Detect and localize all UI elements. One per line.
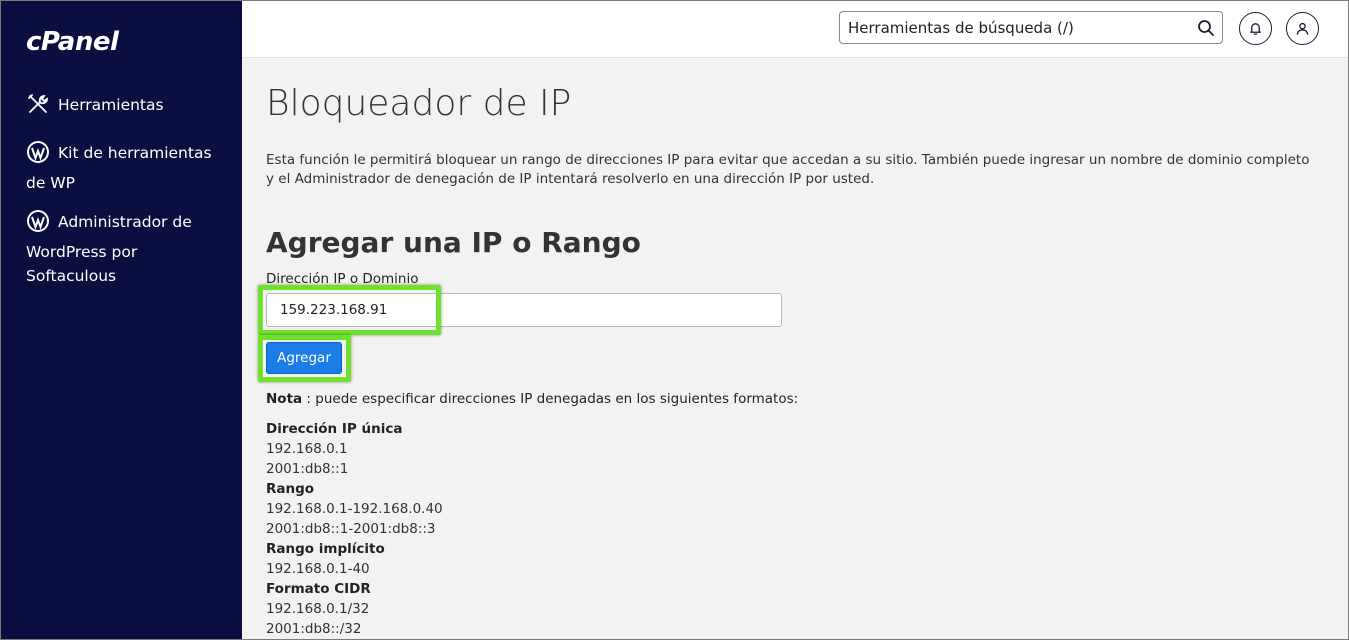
note-body: : puede especificar direcciones IP deneg…	[302, 391, 799, 407]
format-example: 2001:db8::1	[266, 461, 349, 477]
tools-icon	[26, 92, 50, 116]
format-example: 192.168.0.1	[266, 441, 348, 457]
wordpress-icon	[26, 140, 50, 164]
sidebar-item-herramientas[interactable]: Herramientas	[26, 92, 226, 118]
format-heading: Dirección IP única	[266, 421, 403, 437]
sidebar-item-label-rest: WordPress por Softaculous	[26, 243, 138, 285]
user-icon	[1296, 22, 1309, 35]
app-window: cPanel Herramientas Kit de herramientas …	[0, 0, 1349, 640]
sidebar-item-wordpress-softaculous[interactable]: Administrador de WordPress por Softaculo…	[26, 208, 226, 288]
format-example: 192.168.0.1/32	[266, 601, 370, 617]
search-placeholder: Herramientas de búsqueda (/)	[848, 19, 1074, 37]
bell-icon	[1250, 23, 1261, 35]
wordpress-icon	[26, 209, 50, 233]
search-input[interactable]: Herramientas de búsqueda (/)	[839, 11, 1223, 44]
sidebar-item-label: Kit de herramientas de WP	[26, 144, 212, 192]
main-content: Bloqueador de IP Esta función le permiti…	[242, 59, 1348, 639]
add-button[interactable]: Agregar	[266, 342, 342, 374]
section-title: Agregar una IP o Rango	[266, 226, 641, 259]
sidebar-item-label: Herramientas	[58, 96, 164, 114]
note-text: Nota : puede especificar direcciones IP …	[266, 391, 798, 407]
format-example: 2001:db8::1-2001:db8::3	[266, 521, 436, 537]
ip-field-label: Dirección IP o Dominio	[266, 271, 419, 287]
format-heading: Rango	[266, 481, 315, 497]
sidebar: cPanel Herramientas Kit de herramientas …	[1, 1, 242, 639]
sidebar-item-wp-toolkit[interactable]: Kit de herramientas de WP	[26, 138, 226, 198]
format-example: 2001:db8::/32	[266, 621, 362, 637]
top-bar: Herramientas de búsqueda (/)	[242, 1, 1348, 58]
sidebar-item-label: Administrador de	[58, 213, 192, 231]
cpanel-logo[interactable]: cPanel	[26, 27, 119, 57]
ip-domain-input[interactable]	[266, 293, 782, 327]
note-label: Nota	[266, 391, 303, 407]
format-example: 192.168.0.1-192.168.0.40	[266, 501, 443, 517]
format-heading: Rango implícito	[266, 541, 385, 557]
page-title: Bloqueador de IP	[266, 83, 572, 124]
formats-list: Dirección IP única 192.168.0.1 2001:db8:…	[266, 419, 443, 639]
format-example: 192.168.0.1-40	[266, 561, 370, 577]
search-icon[interactable]	[1197, 19, 1215, 37]
notifications-button[interactable]	[1239, 12, 1272, 45]
page-description: Esta función le permitirá bloquear un ra…	[266, 152, 1310, 187]
user-menu-button[interactable]	[1286, 12, 1319, 45]
format-heading: Formato CIDR	[266, 581, 371, 597]
